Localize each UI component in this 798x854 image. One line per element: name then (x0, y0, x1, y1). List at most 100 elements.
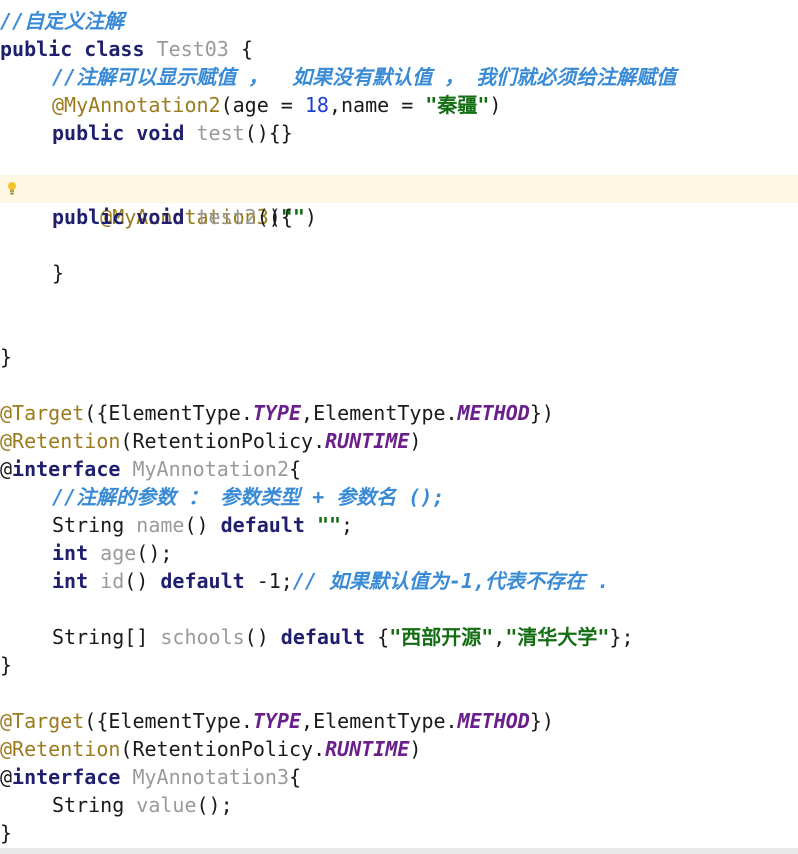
code-line: public class Test03 { (0, 35, 798, 63)
keyword: int (52, 569, 89, 593)
keyword: interface (12, 457, 121, 481)
annotation: @Target (0, 401, 85, 425)
code-text: (){} (244, 121, 293, 145)
code-text: (){ (256, 205, 293, 229)
keyword: interface (12, 765, 121, 789)
code-text: ,name = (328, 93, 426, 117)
keyword: void (136, 121, 185, 145)
keyword: public (52, 205, 125, 229)
brace: { (228, 37, 253, 61)
brace: } (0, 345, 13, 369)
method-name: name (136, 513, 185, 537)
code-text: ) (489, 93, 502, 117)
class-name: MyAnnotation2 (132, 457, 290, 481)
code-line: @Target({ElementType.TYPE,ElementType.ME… (0, 707, 798, 735)
comment: //自定义注解 (0, 9, 125, 33)
code-text: ,ElementType. (301, 709, 458, 733)
code-line: } (0, 651, 798, 679)
keyword: public (52, 121, 125, 145)
method-name: test (196, 121, 245, 145)
code-text: { (365, 625, 390, 649)
method-name: age (100, 541, 137, 565)
brace: } (0, 653, 13, 677)
string-literal: "西部开源" (389, 625, 494, 649)
method-name: id (100, 569, 125, 593)
comment: // 如果默认值为-1,代表不存在 . (292, 569, 610, 593)
code-text: (); (136, 541, 173, 565)
code-text: (); (196, 793, 233, 817)
enum-constant: RUNTIME (325, 737, 410, 761)
string-literal: "" (316, 513, 342, 537)
code-text: () (124, 569, 161, 593)
code-text: ({ElementType. (84, 709, 253, 733)
code-text: -1; (244, 569, 293, 593)
keyword: void (136, 205, 185, 229)
enum-constant: TYPE (252, 709, 302, 733)
method-name: schools (160, 625, 245, 649)
code-text: (RetentionPolicy. (120, 737, 326, 761)
number-literal: 18 (304, 93, 329, 117)
code-text: (RetentionPolicy. (120, 429, 326, 453)
lightbulb-icon[interactable] (7, 181, 17, 195)
code-line: } (0, 259, 798, 287)
code-text: () (244, 625, 281, 649)
code-text: , (493, 625, 506, 649)
code-line: @interface MyAnnotation2{ (0, 455, 798, 483)
code-line: } (0, 819, 798, 847)
code-line: @interface MyAnnotation3{ (0, 763, 798, 791)
comment: //注解可以显示赋值 ， 如果没有默认值 ， 我们就必须给注解赋值 (52, 65, 677, 89)
code-line: String value(); (0, 791, 798, 819)
annotation: @Retention (0, 737, 121, 761)
code-text: @ (0, 457, 13, 481)
code-line: int id() default -1;// 如果默认值为-1,代表不存在 . (0, 567, 798, 595)
code-text: () (184, 513, 221, 537)
code-text: ({ElementType. (84, 401, 253, 425)
code-line: @Retention(RetentionPolicy.RUNTIME) (0, 427, 798, 455)
string-literal: "清华大学" (505, 625, 610, 649)
class-name: Test03 (156, 37, 229, 61)
keyword: default (160, 569, 245, 593)
code-line: String name() default ""; (0, 511, 798, 539)
keyword: public (0, 37, 73, 61)
class-name: MyAnnotation3 (132, 765, 290, 789)
code-line: @MyAnnotation2(age = 18,name = "秦疆") (0, 91, 798, 119)
code-text: }) (529, 401, 554, 425)
code-text: @ (0, 765, 13, 789)
code-text: }) (529, 709, 554, 733)
annotation: @Retention (0, 429, 121, 453)
code-text: }; (609, 625, 634, 649)
code-editor[interactable]: //自定义注解 public class Test03 { //注解可以显示赋值… (0, 7, 798, 847)
code-line: String[] schools() default {"西部开源","清华大学… (0, 623, 798, 651)
keyword: default (280, 625, 366, 649)
enum-constant: METHOD (457, 401, 530, 425)
code-line: //自定义注解 (0, 7, 798, 35)
brace: } (0, 821, 13, 845)
code-line: //注解的参数 ： 参数类型 + 参数名 (); (0, 483, 798, 511)
brace: { (289, 457, 302, 481)
annotation: @Target (0, 709, 85, 733)
enum-constant: RUNTIME (325, 429, 410, 453)
method-name: value (136, 793, 197, 817)
type-name: String (52, 513, 125, 537)
code-line: int age(); (0, 539, 798, 567)
horizontal-scrollbar[interactable] (0, 848, 798, 854)
annotation: @MyAnnotation2 (52, 93, 221, 117)
brace: { (289, 765, 302, 789)
code-text: ) (409, 737, 422, 761)
code-line: } (0, 343, 798, 371)
string-literal: "秦疆" (425, 93, 490, 117)
code-line: //注解可以显示赋值 ， 如果没有默认值 ， 我们就必须给注解赋值 (0, 63, 798, 91)
enum-constant: METHOD (457, 709, 530, 733)
code-line: @Retention(RetentionPolicy.RUNTIME) (0, 735, 798, 763)
code-text: ) (409, 429, 422, 453)
current-line: @MyAnnotation3("") (0, 175, 798, 229)
comment: //注解的参数 ： 参数类型 + 参数名 (); (52, 485, 445, 509)
brace: } (52, 261, 65, 285)
keyword: default (220, 513, 305, 537)
